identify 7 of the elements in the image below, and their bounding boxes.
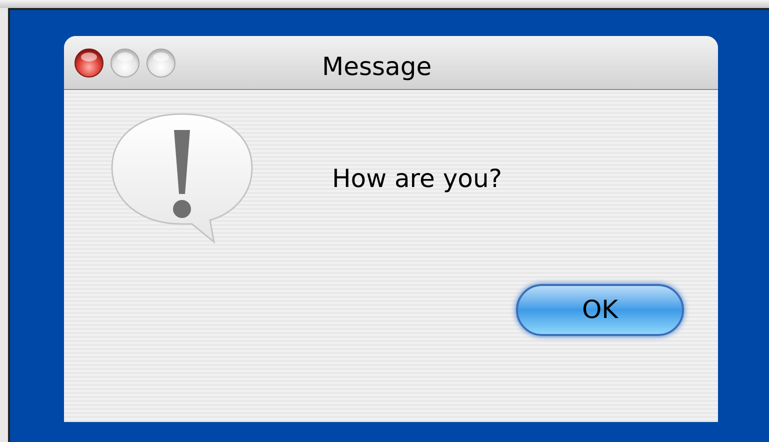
window-title: Message [322, 51, 432, 83]
ok-button[interactable]: OK [516, 284, 684, 336]
zoom-button[interactable] [146, 48, 176, 78]
close-button[interactable] [74, 48, 104, 78]
message-text: How are you? [332, 163, 502, 195]
minimize-button[interactable] [110, 48, 140, 78]
alert-icon [110, 112, 254, 244]
